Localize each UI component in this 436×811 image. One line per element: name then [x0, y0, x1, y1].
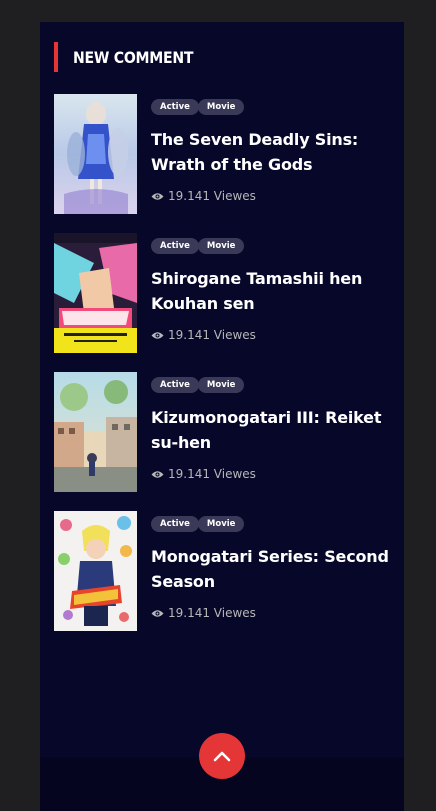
tag-list: Active Movie — [151, 516, 391, 532]
comment-item[interactable]: Active Movie The Seven Deadly Sins: Wrat… — [54, 94, 394, 214]
tag-active[interactable]: Active — [151, 238, 199, 254]
tag-movie[interactable]: Movie — [197, 99, 245, 115]
view-count: 19.141 Viewes — [151, 328, 391, 342]
comment-item[interactable]: Active Movie Shirogane Tamashii hen Kouh… — [54, 233, 394, 353]
item-title[interactable]: Shirogane Tamashii hen Kouhan sen — [151, 266, 391, 316]
poster-thumbnail[interactable] — [54, 511, 137, 631]
eye-icon — [151, 331, 164, 339]
back-to-top-button[interactable] — [199, 733, 245, 779]
item-info: Active Movie Shirogane Tamashii hen Kouh… — [151, 233, 391, 342]
tag-list: Active Movie — [151, 238, 391, 254]
item-info: Active Movie Monogatari Series: Second S… — [151, 511, 391, 620]
section-accent-bar — [54, 42, 58, 72]
item-info: Active Movie Kizumonogatari III: Reiket … — [151, 372, 391, 481]
section-header: NEW COMMENT — [54, 42, 210, 72]
poster-thumbnail[interactable] — [54, 233, 137, 353]
view-count: 19.141 Viewes — [151, 467, 391, 481]
item-title[interactable]: The Seven Deadly Sins: Wrath of the Gods — [151, 127, 391, 177]
eye-icon — [151, 609, 164, 617]
view-count-text: 19.141 Viewes — [168, 189, 256, 203]
tag-movie[interactable]: Movie — [197, 377, 245, 393]
poster-thumbnail[interactable] — [54, 372, 137, 492]
view-count-text: 19.141 Viewes — [168, 606, 256, 620]
tag-movie[interactable]: Movie — [197, 238, 245, 254]
tag-active[interactable]: Active — [151, 516, 199, 532]
item-title[interactable]: Kizumonogatari III: Reiket su-hen — [151, 405, 391, 455]
eye-icon — [151, 470, 164, 478]
section-title: NEW COMMENT — [73, 47, 194, 67]
item-title[interactable]: Monogatari Series: Second Season — [151, 544, 391, 594]
tag-active[interactable]: Active — [151, 377, 199, 393]
tag-active[interactable]: Active — [151, 99, 199, 115]
chevron-up-icon — [213, 751, 231, 762]
tag-list: Active Movie — [151, 99, 391, 115]
view-count-text: 19.141 Viewes — [168, 467, 256, 481]
poster-thumbnail[interactable] — [54, 94, 137, 214]
comment-item[interactable]: Active Movie Kizumonogatari III: Reiket … — [54, 372, 394, 492]
view-count: 19.141 Viewes — [151, 606, 391, 620]
eye-icon — [151, 192, 164, 200]
tag-movie[interactable]: Movie — [197, 516, 245, 532]
view-count-text: 19.141 Viewes — [168, 328, 256, 342]
view-count: 19.141 Viewes — [151, 189, 391, 203]
comment-item[interactable]: Active Movie Monogatari Series: Second S… — [54, 511, 394, 631]
item-info: Active Movie The Seven Deadly Sins: Wrat… — [151, 94, 391, 203]
tag-list: Active Movie — [151, 377, 391, 393]
